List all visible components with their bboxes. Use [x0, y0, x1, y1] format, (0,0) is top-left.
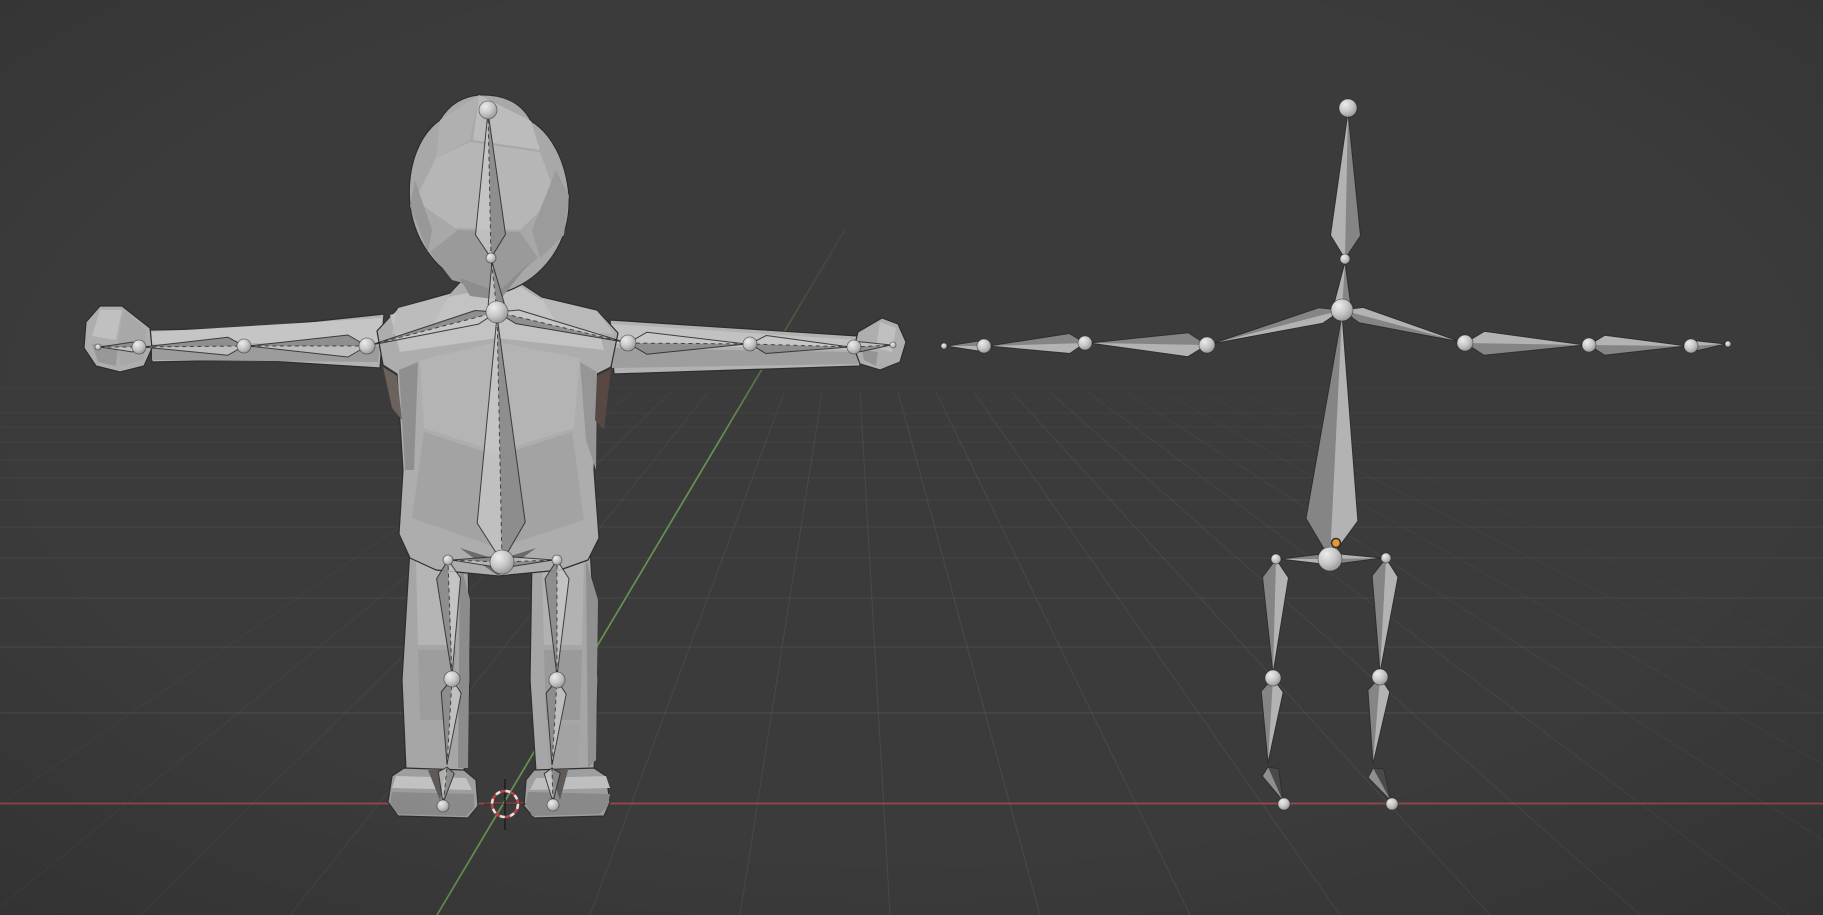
- joint-sphere: [486, 253, 496, 263]
- origin-point: [1332, 539, 1341, 548]
- grid-distance-fade: [0, 180, 1823, 440]
- mesh-facet: [530, 776, 610, 790]
- joint-sphere: [1339, 99, 1357, 117]
- joint-sphere: [547, 799, 559, 811]
- joint-sphere: [847, 340, 861, 354]
- joint-sphere: [1381, 553, 1391, 563]
- joint-sphere: [1078, 336, 1092, 350]
- joint-sphere: [237, 339, 251, 353]
- joint-sphere: [132, 340, 146, 354]
- joint-sphere: [1199, 337, 1215, 353]
- joint-sphere: [1278, 798, 1290, 810]
- joint-sphere: [1340, 254, 1350, 264]
- joint-sphere: [1457, 335, 1473, 351]
- joint-sphere: [479, 101, 497, 119]
- joint-sphere: [1318, 547, 1342, 571]
- joint-sphere: [490, 550, 514, 574]
- joint-sphere: [552, 555, 562, 565]
- joint-sphere: [1331, 299, 1353, 321]
- joint-sphere: [443, 555, 453, 565]
- joint-sphere: [549, 672, 565, 688]
- joint-sphere: [977, 339, 991, 353]
- viewport-canvas[interactable]: [0, 0, 1823, 915]
- mesh-facet: [390, 792, 474, 816]
- joint-sphere: [95, 344, 101, 350]
- joint-sphere: [359, 338, 375, 354]
- joint-sphere: [1684, 339, 1698, 353]
- viewport-background: [0, 0, 1823, 915]
- joint-sphere: [437, 800, 449, 812]
- mesh-facet: [526, 792, 610, 816]
- joint-sphere: [1725, 341, 1731, 347]
- joint-sphere: [1265, 670, 1281, 686]
- joint-sphere: [890, 342, 896, 348]
- joint-sphere: [1372, 669, 1388, 685]
- viewport-3d[interactable]: [0, 0, 1823, 915]
- joint-sphere: [941, 343, 947, 349]
- joint-sphere: [444, 671, 460, 687]
- joint-sphere: [743, 337, 757, 351]
- joint-sphere: [486, 301, 508, 323]
- joint-sphere: [1271, 554, 1281, 564]
- joint-sphere: [1386, 798, 1398, 810]
- joint-sphere: [1582, 338, 1596, 352]
- joint-sphere: [620, 335, 636, 351]
